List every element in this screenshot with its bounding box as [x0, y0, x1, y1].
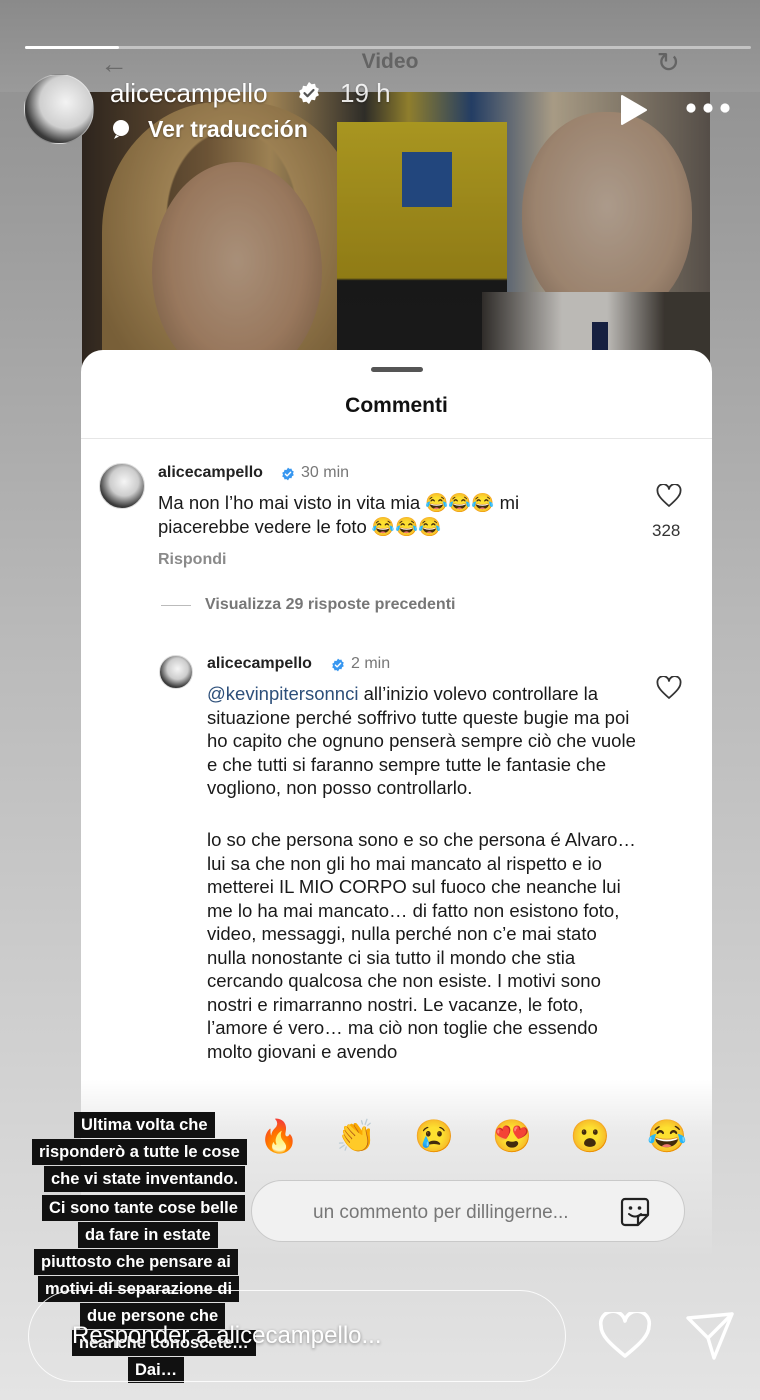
cry-emoji-button[interactable]: 😢 — [414, 1116, 454, 1156]
comment-text: @kevinpitersonnci all’inizio volevo cont… — [207, 682, 637, 800]
laugh-emoji-button[interactable]: 😂 — [647, 1116, 687, 1156]
divider — [81, 438, 712, 439]
story-reply-placeholder: Responder a alicecampello... — [72, 1322, 382, 1349]
video-header: ← Video ↻ — [80, 46, 700, 79]
heart-icon[interactable] — [598, 1312, 652, 1360]
video-title: Video — [361, 50, 419, 73]
story-time: 19 h — [340, 78, 391, 108]
caption-line: risponderò a tutte le cose — [32, 1139, 247, 1165]
story-username[interactable]: alicecampello — [110, 78, 268, 109]
heart-icon[interactable] — [656, 484, 682, 508]
surprised-emoji-button[interactable]: 😮 — [570, 1116, 610, 1156]
comment-text: lo so che persona sono e so che persona … — [207, 829, 636, 1062]
comment-username[interactable]: alicecampello — [158, 464, 263, 482]
divider — [161, 605, 191, 606]
story-header: alicecampello 19 h Ver traducción — [24, 74, 736, 154]
comment-username[interactable]: alicecampello — [207, 655, 312, 673]
verified-badge-icon — [282, 467, 294, 481]
heart-eyes-emoji-button[interactable]: 😍 — [492, 1116, 532, 1156]
verified-badge-icon — [299, 82, 319, 104]
caption-line: che vi state inventando. — [44, 1166, 246, 1192]
comment-time: 30 min — [301, 464, 350, 481]
caption-line: Ultima volta che — [74, 1112, 215, 1138]
mention-link[interactable]: @kevinpitersonnci — [207, 683, 358, 704]
play-icon[interactable] — [618, 94, 648, 126]
comment-time: 2 min — [351, 655, 391, 672]
send-icon[interactable] — [684, 1310, 736, 1362]
translate-button[interactable]: Ver traducción — [148, 116, 308, 143]
view-replies-button[interactable]: Visualizza 29 risposte precedenti — [205, 596, 455, 614]
heart-icon[interactable] — [656, 676, 682, 700]
clap-emoji-button[interactable]: 👏 — [336, 1116, 376, 1156]
sticker-icon[interactable] — [619, 1196, 651, 1228]
avatar[interactable] — [159, 655, 193, 689]
comment-input-placeholder: un commento per dillingerne... — [313, 1202, 569, 1223]
verified-badge-icon — [332, 658, 344, 672]
caption-line: piuttosto che pensare ai — [34, 1249, 238, 1275]
translate-icon — [113, 120, 129, 139]
avatar[interactable] — [24, 74, 94, 144]
avatar[interactable] — [99, 463, 145, 509]
caption-line: da fare in estate — [78, 1222, 218, 1248]
like-count: 328 — [652, 521, 681, 540]
comment-text: Ma non l’ho mai visto in vita mia 😂😂😂 mi… — [158, 492, 520, 537]
fire-emoji-button[interactable]: 🔥 — [259, 1116, 299, 1156]
sheet-grabber[interactable] — [371, 367, 423, 372]
reply-button[interactable]: Rispondi — [158, 551, 226, 569]
sheet-title: Commenti — [345, 394, 448, 417]
caption-line: Ci sono tante cose belle — [42, 1195, 245, 1221]
more-icon[interactable] — [684, 98, 732, 118]
